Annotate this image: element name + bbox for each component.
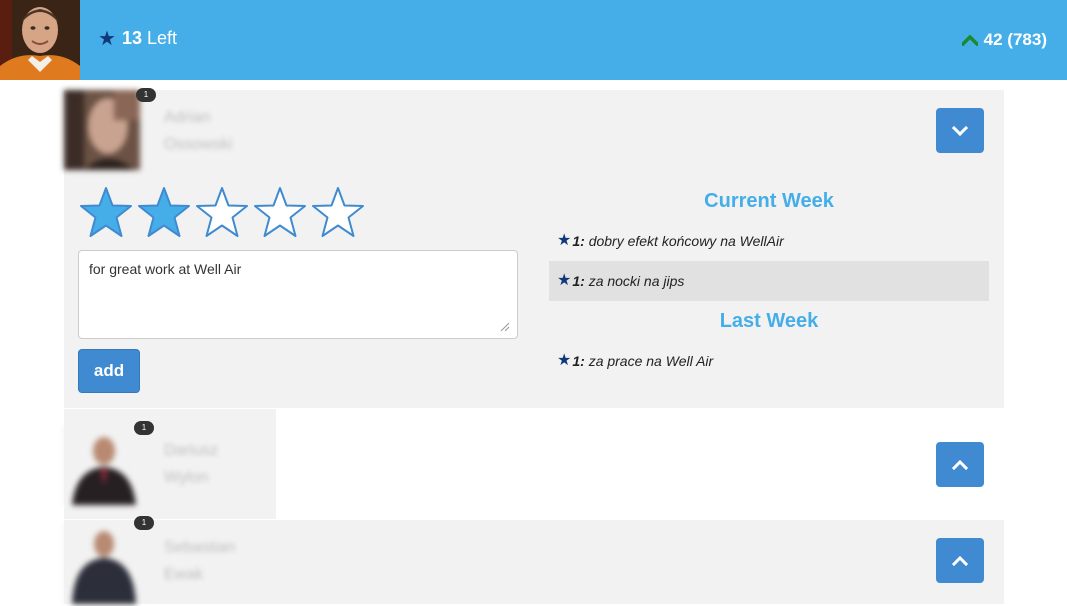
resize-handle-icon[interactable] (498, 320, 510, 332)
person-name: Sebastian Ewak (164, 534, 235, 588)
entry-count: 1: (572, 273, 585, 289)
star-icon: ★ (557, 352, 572, 369)
last-name: Ossowski (164, 136, 233, 153)
rating-star-3-icon[interactable] (194, 186, 250, 240)
chevron-up-icon (951, 459, 969, 470)
notification-badge: 1 (134, 516, 154, 530)
history-entry: ★ 1: dobry efekt końcowy na WellAir (549, 221, 989, 261)
expand-button[interactable] (936, 442, 984, 487)
rating-star-4-icon[interactable] (252, 186, 308, 240)
last-name: Wylon (164, 469, 209, 486)
last-name: Ewak (164, 566, 204, 583)
person-card: 1 Dariusz Wylon (64, 409, 1004, 519)
entry-text: za nocki na jips (588, 273, 685, 289)
history-entry: ★ 1: za nocki na jips (549, 261, 989, 301)
first-name: Dariusz (164, 442, 219, 459)
expand-button[interactable] (936, 538, 984, 583)
chevron-up-icon (961, 34, 978, 46)
rating-star-1-icon[interactable] (78, 186, 134, 240)
last-week-title: Last Week (719, 310, 819, 332)
entry-text: za prace na Well Air (588, 353, 714, 369)
person-avatar[interactable] (64, 90, 140, 170)
current-user-avatar[interactable] (0, 0, 80, 80)
score-text: 42 (783) (983, 30, 1047, 49)
top-bar: ★ 13 Left 42 (783) (0, 0, 1067, 80)
score: 42 (783) (961, 30, 1047, 50)
first-name: Sebastian (164, 539, 236, 556)
star-icon: ★ (98, 27, 116, 50)
first-name: Adrian (164, 109, 211, 126)
entry-count: 1: (572, 233, 585, 249)
chevron-down-icon (951, 125, 969, 136)
person-card: 1 Sebastian Ewak (64, 516, 1004, 604)
star-icon: ★ (557, 232, 572, 249)
entry-count: 1: (572, 353, 585, 369)
comment-input[interactable] (78, 250, 518, 339)
person-avatar[interactable] (64, 425, 140, 505)
points-left-label: Left (146, 28, 177, 48)
points-left-value: 13 (121, 28, 142, 48)
star-rating[interactable] (78, 186, 368, 240)
history-entry: ★ 1: za prace na Well Air (549, 341, 989, 381)
person-avatar[interactable] (64, 524, 140, 604)
person-name: Adrian Ossowski (164, 104, 232, 158)
person-name: Dariusz Wylon (164, 437, 218, 491)
person-card: 1 Adrian Ossowski add Current Week ★ (64, 88, 1004, 408)
notification-badge: 1 (134, 421, 154, 435)
rating-star-2-icon[interactable] (136, 186, 192, 240)
points-left: ★ 13 Left (98, 28, 177, 49)
chevron-up-icon (951, 555, 969, 566)
rating-star-5-icon[interactable] (310, 186, 366, 240)
notification-badge: 1 (136, 88, 156, 102)
add-button[interactable]: add (78, 349, 140, 393)
collapse-button[interactable] (936, 108, 984, 153)
star-icon: ★ (557, 272, 572, 289)
current-week-title: Current Week (704, 190, 834, 212)
entry-text: dobry efekt końcowy na WellAir (588, 233, 784, 249)
